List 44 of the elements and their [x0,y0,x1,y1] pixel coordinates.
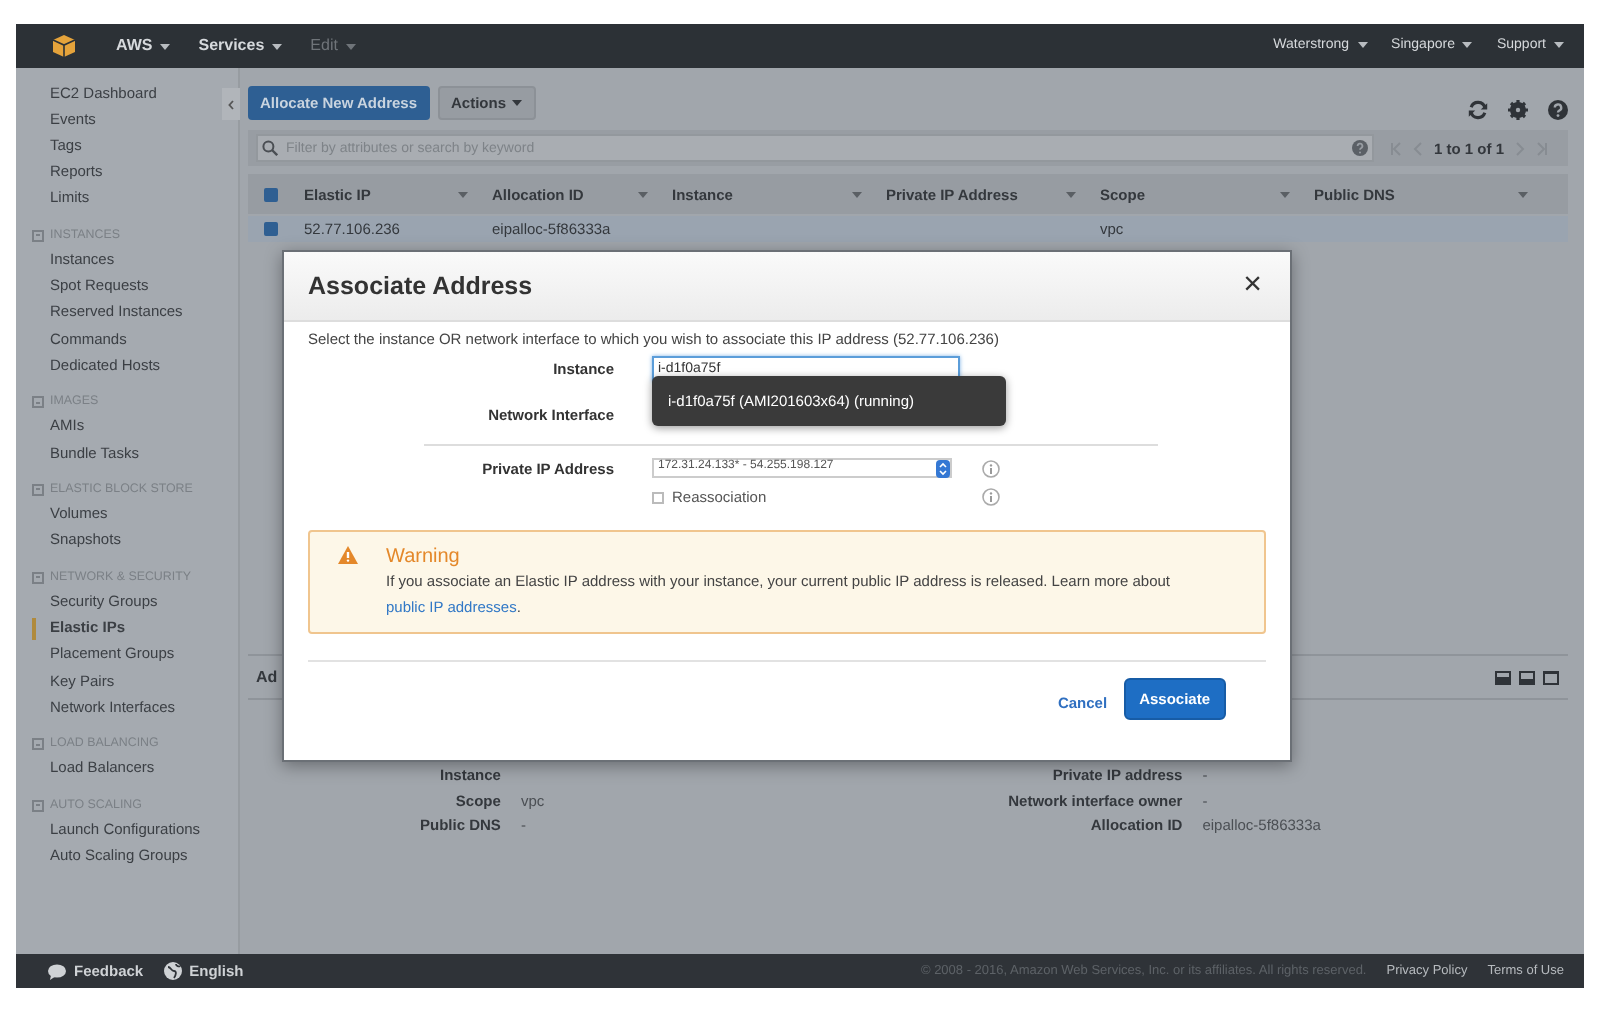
refresh-icon[interactable] [1468,100,1488,120]
select-all-checkbox[interactable] [263,187,277,201]
menu-item[interactable]: AWS [116,36,171,56]
menu-item[interactable]: Services [198,36,283,56]
info-icon[interactable] [982,488,1000,506]
collapse-icon[interactable] [32,229,44,242]
warning-title: Warning [386,546,462,570]
caret-icon [160,43,171,49]
search-icon [262,140,278,156]
info-icon[interactable] [982,459,1000,477]
close-button[interactable]: × [1239,270,1266,302]
collapse-icon[interactable] [32,396,44,409]
caret-icon [1554,42,1564,49]
chevron-left-icon [228,99,234,109]
globe-icon [163,962,182,980]
collapse-icon[interactable] [32,738,44,751]
details-heading: Ad [256,668,278,688]
menu-item: Edit [310,36,356,56]
speech-bubble-icon [48,963,66,979]
collapse-icon[interactable] [32,571,44,584]
caret-icon [1357,42,1368,49]
caret-icon [1518,191,1528,197]
caret-icon [1462,42,1473,49]
settings-icon[interactable] [1508,100,1528,120]
panel-layout-icon[interactable] [1494,670,1512,686]
caret-icon [1280,191,1290,197]
collapse-sidebar-button[interactable] [222,88,240,120]
help-icon[interactable] [1351,140,1368,156]
caret-icon [345,43,356,49]
select-arrows-icon [936,459,950,477]
collapse-icon[interactable] [32,483,44,496]
help-icon[interactable] [1548,100,1568,120]
caret-icon [512,99,523,105]
warning-icon [338,546,358,564]
selection-indicator [32,617,36,640]
caret-icon [638,191,648,197]
collapse-icon[interactable] [32,799,44,812]
cube-logo-icon[interactable] [52,34,76,58]
caret-icon [458,191,468,197]
row-checkbox[interactable] [263,222,277,236]
caret-icon [1066,191,1076,197]
caret-icon [272,43,283,49]
dialog-title: Associate Address [308,271,533,301]
caret-icon [852,191,862,197]
